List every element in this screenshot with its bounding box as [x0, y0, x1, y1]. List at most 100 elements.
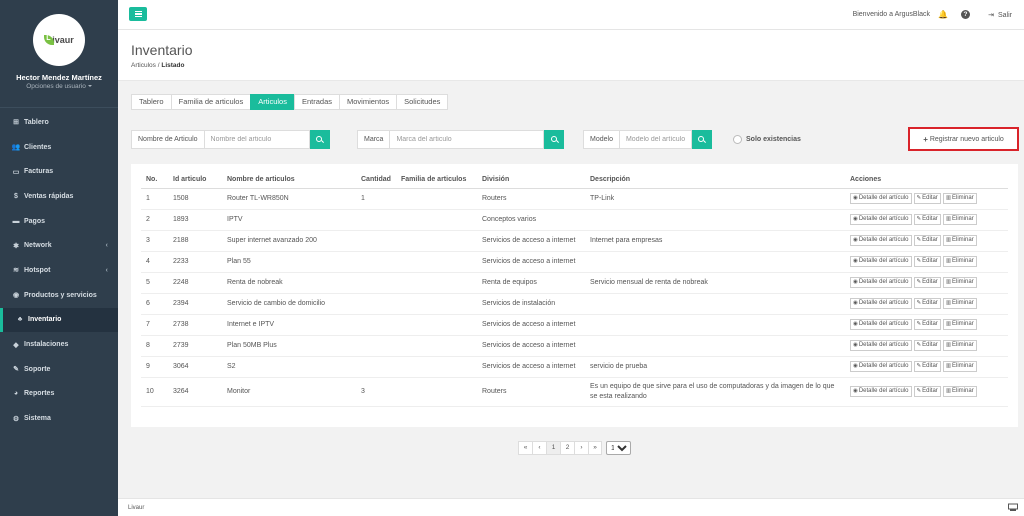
name-search-button[interactable]: [309, 130, 330, 149]
sidebar-item-label: Hotspot: [24, 266, 51, 274]
delete-button[interactable]: ▥Eliminar: [942, 361, 977, 372]
delete-button[interactable]: ▥Eliminar: [942, 340, 977, 351]
next-page-button[interactable]: ›: [574, 441, 588, 455]
table-row: 5 2248 Renta de nobreak Renta de equipos Ser…: [141, 272, 1008, 294]
tab-articulos[interactable]: Articulos: [250, 94, 294, 110]
view-detail-button[interactable]: ◉Detalle del artículo: [850, 193, 912, 204]
view-detail-button[interactable]: ◉Detalle del artículo: [850, 214, 912, 225]
stock-only-option[interactable]: Solo existencias: [733, 135, 801, 144]
page-1-button[interactable]: 1: [546, 441, 560, 455]
view-detail-button[interactable]: ◉Detalle del artículo: [850, 361, 912, 372]
name-search-input[interactable]: [204, 130, 310, 149]
stock-only-radio[interactable]: [733, 135, 742, 144]
last-page-button[interactable]: »: [588, 441, 602, 455]
brand-search-input[interactable]: [390, 130, 545, 149]
breadcrumb: Articulos / Listado: [131, 62, 185, 69]
delete-button[interactable]: ▥Eliminar: [942, 386, 977, 397]
sidebar-item-pagos[interactable]: ▬ Pagos: [0, 209, 118, 234]
sidebar-item-inventario[interactable]: ♣ Inventario: [0, 307, 118, 333]
edit-button[interactable]: ✎Editar: [913, 319, 941, 330]
delete-button[interactable]: ▥Eliminar: [942, 214, 977, 225]
edit-button[interactable]: ✎Editar: [913, 340, 941, 351]
cell-id: 2233: [168, 251, 222, 273]
cell-division: Routers: [477, 377, 585, 407]
first-page-button[interactable]: «: [518, 441, 532, 455]
view-detail-button[interactable]: ◉Detalle del artículo: [850, 298, 912, 309]
view-detail-button[interactable]: ◉Detalle del artículo: [850, 340, 912, 351]
sidebar: L ivaur Hector Mendez Martínez Opciones …: [0, 0, 118, 516]
tablero-icon: ⊞: [13, 119, 19, 127]
cell-name: Plan 55: [222, 251, 356, 273]
delete-button[interactable]: ▥Eliminar: [942, 193, 977, 204]
delete-button[interactable]: ▥Eliminar: [942, 298, 977, 309]
sidebar-item-productos-y-servicios[interactable]: ◉ Productos y servicios: [0, 283, 118, 308]
delete-button[interactable]: ▥Eliminar: [942, 277, 977, 288]
edit-button[interactable]: ✎Editar: [913, 235, 941, 246]
sidebar-item-facturas[interactable]: ▭ Facturas: [0, 159, 118, 184]
tab-movimientos[interactable]: Movimientos: [339, 94, 397, 110]
pencil-icon: ✎: [916, 342, 922, 348]
edit-button[interactable]: ✎Editar: [913, 214, 941, 225]
sidebar-item-sistema[interactable]: ⚙ Sistema: [0, 406, 118, 431]
model-search-input[interactable]: [619, 130, 692, 149]
delete-button[interactable]: ▥Eliminar: [942, 319, 977, 330]
cell-division: Servicios de acceso a internet: [477, 230, 585, 252]
logout-icon: ⇥: [988, 12, 994, 19]
search-icon: [550, 136, 557, 142]
breadcrumb-parent[interactable]: Articulos: [131, 62, 156, 69]
brand-search-button[interactable]: [544, 130, 565, 149]
tab-familia-de-articulos[interactable]: Familia de articulos: [170, 94, 251, 110]
cell-no: 4: [141, 251, 168, 273]
tab-entradas[interactable]: Entradas: [293, 94, 340, 110]
tab-tablero[interactable]: Tablero: [131, 94, 171, 110]
view-detail-button[interactable]: ◉Detalle del artículo: [850, 386, 912, 397]
column-header: Acciones: [845, 172, 1008, 189]
eye-icon: ◉: [853, 300, 858, 306]
cell-desc: servicio de prueba: [585, 356, 845, 378]
delete-button[interactable]: ▥Eliminar: [942, 235, 977, 246]
edit-button[interactable]: ✎Editar: [913, 193, 941, 204]
sidebar-item-clientes[interactable]: 👥 Clientes: [0, 135, 118, 160]
table-row: 10 3264 Monitor 3 Routers Es un equipo de que…: [141, 377, 1008, 407]
edit-button[interactable]: ✎Editar: [913, 277, 941, 288]
logo-text: L ivaur: [44, 35, 74, 45]
view-detail-button[interactable]: ◉Detalle del artículo: [850, 235, 912, 246]
table-row: 7 2738 Internet e IPTV Servicios de acceso …: [141, 314, 1008, 336]
articles-table: No. Id articulo Nombre de articulos Cantida…: [141, 172, 1008, 407]
logout-button[interactable]: ⇥ Salir: [988, 11, 1012, 19]
model-search-button[interactable]: [691, 130, 712, 149]
articles-panel: No. Id articulo Nombre de articulos Cantida…: [131, 164, 1018, 427]
sidebar-item-soporte[interactable]: ✎ Soporte: [0, 357, 118, 382]
help-icon[interactable]: ?: [961, 10, 970, 19]
user-options-dropdown[interactable]: Opciones de usuario: [0, 83, 118, 90]
view-detail-button[interactable]: ◉Detalle del artículo: [850, 256, 912, 267]
row-actions: ◉Detalle del artículo ✎Editar ▥Eliminar: [845, 314, 1008, 336]
sidebar-item-instalaciones[interactable]: ◆ Instalaciones: [0, 332, 118, 357]
view-detail-button[interactable]: ◉Detalle del artículo: [850, 319, 912, 330]
sidebar-item-hotspot[interactable]: ≋ Hotspot ‹: [0, 258, 118, 283]
edit-button[interactable]: ✎Editar: [913, 298, 941, 309]
pencil-icon: ✎: [916, 279, 922, 285]
menu-toggle-button[interactable]: [129, 7, 147, 21]
bell-icon[interactable]: 🔔: [938, 10, 948, 19]
cell-qty: [356, 335, 396, 357]
eye-icon: ◉: [853, 258, 858, 264]
view-detail-button[interactable]: ◉Detalle del artículo: [850, 277, 912, 288]
register-article-button[interactable]: + Registrar nuevo articulo: [908, 127, 1019, 151]
cell-qty: 3: [356, 377, 396, 407]
cell-no: 9: [141, 356, 168, 378]
per-page-select[interactable]: 10: [606, 441, 631, 455]
page-2-button[interactable]: 2: [560, 441, 574, 455]
edit-button[interactable]: ✎Editar: [913, 256, 941, 267]
edit-button[interactable]: ✎Editar: [913, 386, 941, 397]
sidebar-item-network[interactable]: ✱ Network ‹: [0, 233, 118, 258]
logo: L ivaur: [33, 14, 85, 66]
delete-button[interactable]: ▥Eliminar: [942, 256, 977, 267]
tab-solicitudes[interactable]: Solicitudes: [396, 94, 449, 110]
sidebar-item-reportes[interactable]: ◕ Reportes: [0, 382, 118, 407]
sidebar-item-ventas-r-pidas[interactable]: $ Ventas rápidas: [0, 184, 118, 209]
search-icon: [316, 136, 323, 142]
sidebar-item-tablero[interactable]: ⊞ Tablero: [0, 110, 118, 135]
edit-button[interactable]: ✎Editar: [913, 361, 941, 372]
prev-page-button[interactable]: ‹: [532, 441, 546, 455]
